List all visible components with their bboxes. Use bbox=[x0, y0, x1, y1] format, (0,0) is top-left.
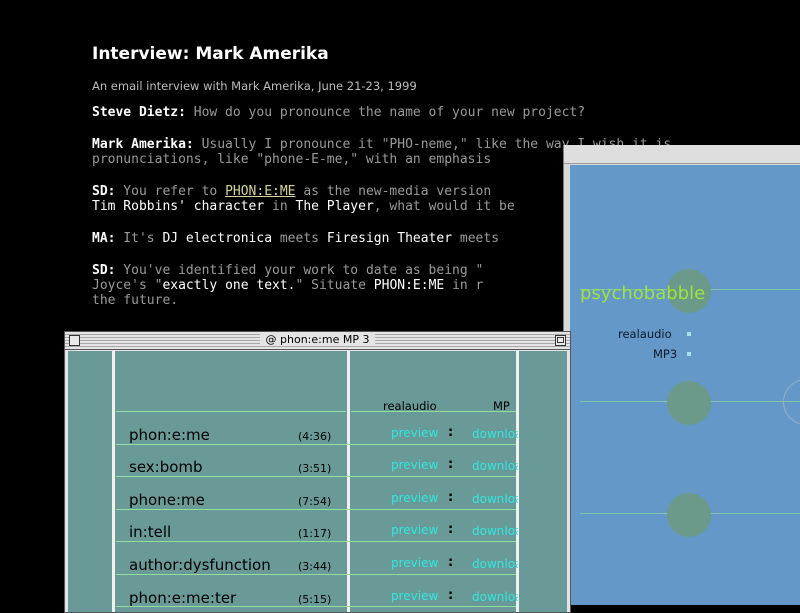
download-link[interactable]: download bbox=[472, 590, 518, 604]
paragraph-text: exactly one text. bbox=[162, 278, 296, 293]
row-divider bbox=[116, 411, 346, 412]
row-divider bbox=[116, 444, 516, 445]
paragraph-text bbox=[288, 199, 296, 214]
link-separator: : bbox=[448, 457, 454, 472]
paragraph-text: , what would it be bbox=[373, 199, 515, 214]
track-duration: (1:17) bbox=[298, 527, 332, 540]
circle-decoration bbox=[667, 381, 711, 425]
preview-link[interactable]: preview bbox=[391, 589, 438, 603]
preview-link[interactable]: preview bbox=[391, 458, 438, 472]
download-link[interactable]: download bbox=[472, 524, 518, 538]
download-link[interactable]: download bbox=[472, 459, 518, 473]
column-divider bbox=[347, 351, 350, 612]
paragraph-1: Steve Dietz: How do you pronounce the na… bbox=[92, 105, 792, 120]
paragraph-text: You refer to bbox=[115, 184, 226, 199]
paragraph-text: in bbox=[272, 199, 288, 214]
column-divider bbox=[516, 351, 519, 612]
page-subtitle: An email interview with Mark Amerika, Ju… bbox=[92, 79, 417, 93]
realaudio-link[interactable]: realaudio bbox=[618, 327, 672, 341]
row-divider bbox=[116, 509, 516, 510]
link-separator: : bbox=[448, 522, 454, 537]
speaker-label: SD: bbox=[92, 184, 116, 199]
speaker-label: SD: bbox=[92, 263, 116, 278]
speaker-label: MA: bbox=[92, 231, 116, 246]
mp3-link[interactable]: MP3 bbox=[653, 347, 677, 361]
preview-link[interactable]: preview bbox=[391, 491, 438, 505]
paragraph-text: in r bbox=[444, 278, 484, 293]
track-duration: (3:51) bbox=[298, 462, 332, 475]
download-link[interactable]: download bbox=[472, 492, 518, 506]
paragraph-text: You've identified your work to date as b… bbox=[115, 263, 484, 278]
row-divider bbox=[351, 411, 516, 412]
window-title-text: phon:e:me MP 3 bbox=[280, 333, 370, 346]
track-name: phon:e:me:ter bbox=[129, 589, 237, 607]
link-separator: : bbox=[448, 425, 454, 440]
window-titlebar[interactable]: @ phon:e:me MP 3 bbox=[65, 332, 570, 350]
speaker-label: Mark Amerika: bbox=[92, 137, 194, 152]
paragraph-text: Firesign Theater bbox=[326, 231, 453, 246]
paragraph-text: How do you pronounce the name of your ne… bbox=[185, 105, 586, 120]
link-separator: : bbox=[448, 490, 454, 505]
preview-link[interactable]: preview bbox=[391, 523, 438, 537]
track-name: author:dysfunction bbox=[129, 556, 271, 574]
speaker-label: Steve Dietz: bbox=[92, 105, 186, 120]
ring-decoration bbox=[783, 379, 800, 425]
track-name: phon:e:me bbox=[129, 426, 210, 444]
bullet-icon bbox=[687, 352, 691, 356]
row-divider bbox=[116, 476, 516, 477]
paragraph-text: The Player bbox=[295, 199, 374, 214]
preview-link[interactable]: preview bbox=[391, 426, 438, 440]
paragraph-text: meets bbox=[452, 231, 500, 246]
download-link[interactable]: download bbox=[472, 557, 518, 571]
track-duration: (4:36) bbox=[298, 430, 332, 443]
mp3-track-list: realaudio MP phon:e:me (4:36) preview : … bbox=[68, 351, 567, 612]
paragraph-text: Joyce's " bbox=[92, 278, 163, 293]
link-separator: : bbox=[448, 555, 454, 570]
row-divider bbox=[116, 541, 516, 542]
circle-decoration bbox=[667, 493, 711, 537]
paragraph-text: PHON:E:ME bbox=[373, 278, 445, 293]
psychobabble-panel: psychobabble realaudio MP3 bbox=[570, 165, 800, 605]
psychobabble-heading: psychobabble bbox=[580, 283, 706, 304]
window-icon: @ bbox=[265, 333, 281, 346]
bullet-icon bbox=[687, 332, 691, 336]
paragraph-text: the future. bbox=[92, 293, 179, 308]
paragraph-text: meets bbox=[272, 231, 327, 246]
row-divider bbox=[116, 574, 516, 575]
phoneme-link[interactable]: PHON:E:ME bbox=[225, 184, 295, 199]
track-duration: (7:54) bbox=[298, 495, 332, 508]
download-link[interactable]: download bbox=[472, 427, 518, 441]
paragraph-text: pronunciations, like "phone-E-me," with … bbox=[92, 152, 492, 167]
track-name: in:tell bbox=[129, 523, 172, 541]
mp3-window[interactable]: @ phon:e:me MP 3 realaudio MP phon:e:me … bbox=[64, 331, 571, 613]
paragraph-text: DJ electronica bbox=[162, 231, 273, 246]
zoom-box-icon[interactable] bbox=[555, 335, 566, 346]
column-divider bbox=[112, 351, 115, 612]
track-name: phone:me bbox=[129, 491, 205, 509]
track-duration: (3:44) bbox=[298, 560, 332, 573]
link-separator: : bbox=[448, 588, 454, 603]
psychobabble-window[interactable]: psychobabble realaudio MP3 bbox=[563, 145, 800, 605]
paragraph-text: Tim Robbins' character bbox=[92, 199, 273, 214]
window-titlebar[interactable] bbox=[564, 145, 800, 164]
close-box-icon[interactable] bbox=[69, 335, 80, 346]
paragraph-text: It's bbox=[115, 231, 163, 246]
track-name: sex:bomb bbox=[129, 458, 203, 476]
paragraph-text: as the new-media version bbox=[295, 184, 492, 199]
preview-link[interactable]: preview bbox=[391, 556, 438, 570]
window-title: @ phon:e:me MP 3 bbox=[259, 333, 376, 346]
paragraph-text: " Situate bbox=[295, 278, 374, 293]
page-title: Interview: Mark Amerika bbox=[92, 44, 329, 64]
